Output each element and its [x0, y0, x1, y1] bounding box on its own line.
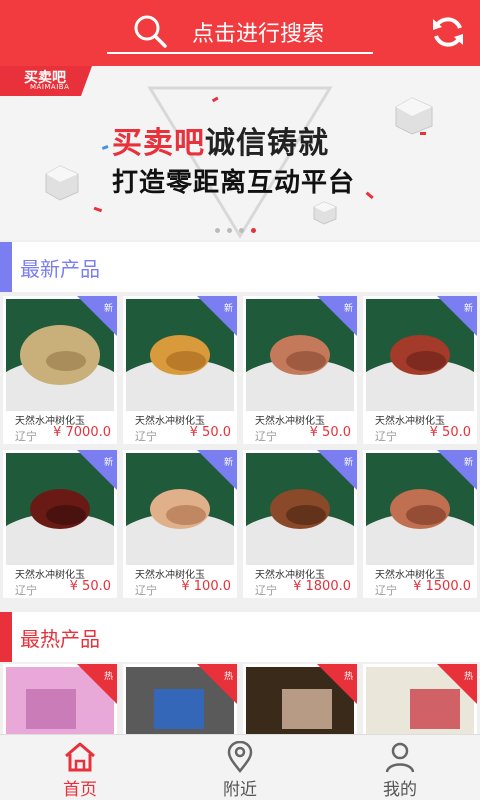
banner-headline: 买卖吧诚信铸就: [112, 118, 329, 162]
carousel-dot[interactable]: [239, 228, 244, 233]
new-tag: 新: [317, 450, 357, 490]
hot-tag: 热: [437, 664, 477, 704]
search-bar[interactable]: 点击进行搜索: [107, 8, 373, 54]
new-tag: 新: [77, 450, 117, 490]
product-price: ¥ 1800.0: [293, 579, 351, 594]
refresh-icon[interactable]: [430, 14, 466, 50]
new-tag-label: 新: [343, 458, 353, 468]
hottest-product-grid: 热热热热: [0, 664, 480, 734]
hot-tag-label: 热: [463, 672, 473, 682]
hot-tag-label: 热: [343, 672, 353, 682]
tab-mine-label: 我的: [383, 780, 417, 800]
tab-home-label: 首页: [63, 780, 97, 800]
product-price: ¥ 50.0: [429, 425, 471, 440]
product-card[interactable]: 新天然水冲树化玉 辽宁 ¥ 1800.0: [243, 450, 357, 598]
brand-logo: 买卖吧 MAIMAIBA: [0, 66, 92, 96]
bottom-tab-bar: 首页 附近 我的: [0, 734, 480, 800]
hottest-section-header: 最热产品: [0, 612, 480, 662]
tab-home[interactable]: 首页: [0, 735, 160, 800]
product-location: 辽宁: [255, 430, 277, 443]
headline-red: 买卖吧: [112, 126, 205, 161]
newest-product-grid: 新天然水冲树化玉 辽宁 ¥ 7000.0 新天然水冲树化玉 辽宁 ¥ 50.0 新天然水冲树…: [0, 292, 480, 604]
product-price: ¥ 50.0: [69, 579, 111, 594]
hot-tag: 热: [77, 664, 117, 704]
product-location: 辽宁: [15, 584, 37, 597]
hot-product-card[interactable]: 热: [243, 664, 357, 734]
hot-tag: 热: [197, 664, 237, 704]
search-icon: [134, 15, 167, 48]
product-price: ¥ 7000.0: [53, 425, 111, 440]
carousel-dot[interactable]: [227, 228, 232, 233]
product-card[interactable]: 新天然水冲树化玉 辽宁 ¥ 50.0: [3, 450, 117, 598]
new-tag: 新: [197, 296, 237, 336]
new-tag: 新: [197, 450, 237, 490]
new-tag: 新: [437, 450, 477, 490]
hot-tag-label: 热: [103, 672, 113, 682]
product-location: 辽宁: [135, 584, 157, 597]
hot-tag: 热: [317, 664, 357, 704]
tab-mine[interactable]: 我的: [320, 735, 480, 800]
section-title-hottest: 最热产品: [20, 627, 100, 651]
product-location: 辽宁: [15, 430, 37, 443]
new-tag-label: 新: [103, 304, 113, 314]
section-title-newest: 最新产品: [20, 257, 100, 281]
tab-nearby-label: 附近: [223, 780, 257, 800]
hot-product-card[interactable]: 热: [123, 664, 237, 734]
product-location: 辽宁: [135, 430, 157, 443]
headline-black: 诚信铸就: [205, 126, 329, 161]
new-tag-label: 新: [343, 304, 353, 314]
product-card[interactable]: 新天然水冲树化玉 辽宁 ¥ 50.0: [363, 296, 477, 444]
product-price: ¥ 50.0: [189, 425, 231, 440]
home-icon: [65, 742, 95, 772]
product-location: 辽宁: [375, 584, 397, 597]
new-tag: 新: [317, 296, 357, 336]
product-price: ¥ 100.0: [181, 579, 231, 594]
location-pin-icon: [227, 741, 253, 773]
section-accent-bar: [0, 242, 12, 292]
product-card[interactable]: 新天然水冲树化玉 辽宁 ¥ 50.0: [243, 296, 357, 444]
banner-subline: 打造零距离互动平台: [112, 168, 356, 198]
hot-tag-label: 热: [223, 672, 233, 682]
new-tag-label: 新: [103, 458, 113, 468]
product-price: ¥ 50.0: [309, 425, 351, 440]
promo-banner[interactable]: 买卖吧 MAIMAIBA 买卖吧诚信铸就 打造零距离互动平台: [0, 66, 480, 240]
top-header: 点击进行搜索: [0, 0, 480, 66]
product-card[interactable]: 新天然水冲树化玉 辽宁 ¥ 100.0: [123, 450, 237, 598]
new-tag-label: 新: [463, 304, 473, 314]
tab-nearby[interactable]: 附近: [160, 735, 320, 800]
logo-subtext: MAIMAIBA: [30, 83, 70, 91]
hot-product-card[interactable]: 热: [3, 664, 117, 734]
section-accent-bar: [0, 612, 12, 662]
product-location: 辽宁: [255, 584, 277, 597]
carousel-dot-active[interactable]: [251, 228, 256, 233]
product-location: 辽宁: [375, 430, 397, 443]
newest-section-header: 最新产品: [0, 242, 480, 292]
product-card[interactable]: 新天然水冲树化玉 辽宁 ¥ 7000.0: [3, 296, 117, 444]
carousel-dots[interactable]: [215, 228, 256, 233]
product-card[interactable]: 新天然水冲树化玉 辽宁 ¥ 50.0: [123, 296, 237, 444]
new-tag-label: 新: [223, 458, 233, 468]
search-placeholder: 点击进行搜索: [192, 22, 325, 47]
new-tag: 新: [437, 296, 477, 336]
hot-product-card[interactable]: 热: [363, 664, 477, 734]
carousel-dot[interactable]: [215, 228, 220, 233]
new-tag-label: 新: [463, 458, 473, 468]
new-tag-label: 新: [223, 304, 233, 314]
user-icon: [385, 742, 415, 773]
new-tag: 新: [77, 296, 117, 336]
product-price: ¥ 1500.0: [413, 579, 471, 594]
product-card[interactable]: 新天然水冲树化玉 辽宁 ¥ 1500.0: [363, 450, 477, 598]
